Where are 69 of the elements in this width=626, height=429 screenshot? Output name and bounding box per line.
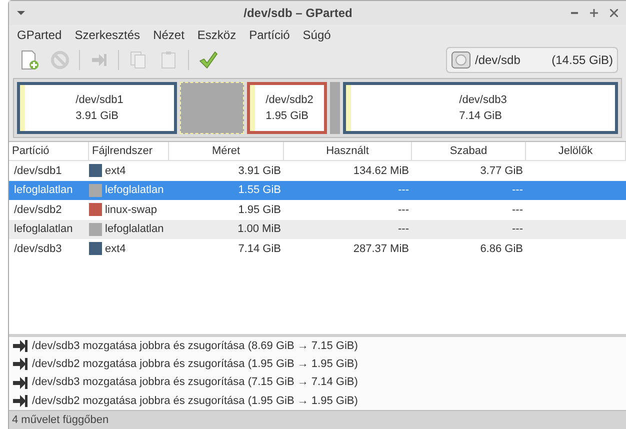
- partition-size: 1.95 GiB: [266, 109, 310, 124]
- operation-text: /dev/sdb2 mozgatása jobbra és zsugorítása (1.95 GiB → 1.95 GiB): [32, 357, 358, 372]
- partition-name: /dev/sdb2: [266, 92, 314, 108]
- new-document-icon: [19, 50, 39, 70]
- status-bar: 4 művelet függőben: [9, 410, 626, 429]
- table-row[interactable]: lefoglalatlan lefoglalatlan 1.00 MiB --- ---: [9, 220, 626, 239]
- table-cell-text: lefoglalatlan: [105, 222, 164, 237]
- table-cell-text: 1.95 GiB: [237, 202, 282, 218]
- no-entry-icon: [50, 50, 70, 70]
- table-cell-text: 7.14 GiB: [237, 242, 282, 256]
- menu-item[interactable]: GParted: [17, 26, 62, 44]
- table-cell-text: lefoglalatlan: [105, 183, 164, 198]
- table-cell-text: 287.37 MiB: [352, 242, 410, 256]
- table-cell-text: lefoglalatlan: [13, 222, 74, 237]
- partition-block[interactable]: /dev/sdb2 1.95 GiB: [247, 82, 327, 134]
- table-cell-text: 6.86 GiB: [479, 242, 524, 256]
- operation-text: /dev/sdb3 mozgatása jobbra és zsugorítása (8.69 GiB → 7.15 GiB): [32, 338, 358, 354]
- column-header[interactable]: Méret: [169, 142, 284, 160]
- menu-item[interactable]: Súgó: [302, 26, 331, 44]
- table-cell-text: /dev/sdb2: [13, 202, 63, 218]
- arrow-right-icon: [12, 374, 28, 391]
- partition-size: 7.14 GiB: [459, 109, 503, 124]
- window-menu-icon[interactable]: [17, 11, 25, 15]
- column-header[interactable]: Jelölők: [526, 142, 626, 160]
- column-header[interactable]: Szabad: [412, 142, 526, 160]
- arrow-right-icon: [91, 52, 107, 68]
- column-header[interactable]: Használt: [284, 142, 412, 160]
- table-cell-text: ---: [397, 222, 410, 237]
- minimize-icon[interactable]: [571, 12, 578, 14]
- partition-name: /dev/sdb3: [459, 92, 507, 108]
- table-cell-text: /dev/sdb3: [13, 242, 63, 256]
- unallocated-block[interactable]: [180, 82, 244, 134]
- table-cell-text: 3.77 GiB: [479, 164, 524, 178]
- window-title: /dev/sdb – GParted: [242, 5, 354, 22]
- table-cell-text: ---: [511, 183, 524, 198]
- device-selector[interactable]: /dev/sdb (14.55 GiB): [446, 47, 618, 73]
- table-cell-text: 1.00 MiB: [236, 222, 282, 237]
- partition-name: /dev/sdb1: [76, 92, 124, 108]
- table-cell-text: ---: [397, 202, 410, 218]
- arrow-right-icon: [12, 392, 28, 409]
- table-cell-text: ---: [511, 202, 524, 218]
- checkmark-icon: [198, 50, 218, 70]
- maximize-icon[interactable]: [590, 9, 598, 17]
- menu-item[interactable]: Eszköz: [197, 26, 236, 44]
- copy-icon: [128, 50, 148, 70]
- table-cell-text: ---: [511, 222, 524, 237]
- table-cell-text: ---: [397, 183, 410, 198]
- table-cell-text: 3.91 GiB: [237, 164, 282, 178]
- partition-block[interactable]: /dev/sdb1 3.91 GiB: [17, 82, 177, 134]
- arrow-right-icon: [12, 338, 28, 354]
- arrow-right-icon: [12, 356, 28, 372]
- partition-block[interactable]: /dev/sdb3 7.14 GiB: [343, 82, 618, 134]
- close-icon[interactable]: [610, 9, 618, 17]
- operation-text: /dev/sdb3 mozgatása jobbra és zsugorítása (7.15 GiB → 7.14 GiB): [32, 375, 358, 390]
- column-header[interactable]: Partíció: [9, 142, 89, 160]
- column-header[interactable]: Fájlrendszer: [89, 142, 169, 160]
- table-cell-text: 1.55 GiB: [237, 183, 282, 198]
- menu-item[interactable]: Szerkesztés: [74, 26, 140, 44]
- table-cell-text: 134.62 MiB: [352, 164, 410, 178]
- table-cell-text: /dev/sdb1: [13, 164, 63, 178]
- partition-size: 3.91 GiB: [76, 109, 120, 124]
- menu-item[interactable]: Partíció: [249, 26, 290, 44]
- menu-item[interactable]: Nézet: [153, 26, 184, 44]
- operation-text: /dev/sdb2 mozgatása jobbra és zsugorítása (1.95 GiB → 1.95 GiB): [32, 394, 358, 409]
- table-cell-text: linux-swap: [105, 202, 157, 218]
- table-cell-text: lefoglalatlan: [13, 183, 74, 198]
- table-cell-text: ext4: [105, 242, 126, 256]
- table-cell-text: ext4: [105, 164, 126, 178]
- unallocated-block[interactable]: [330, 82, 340, 134]
